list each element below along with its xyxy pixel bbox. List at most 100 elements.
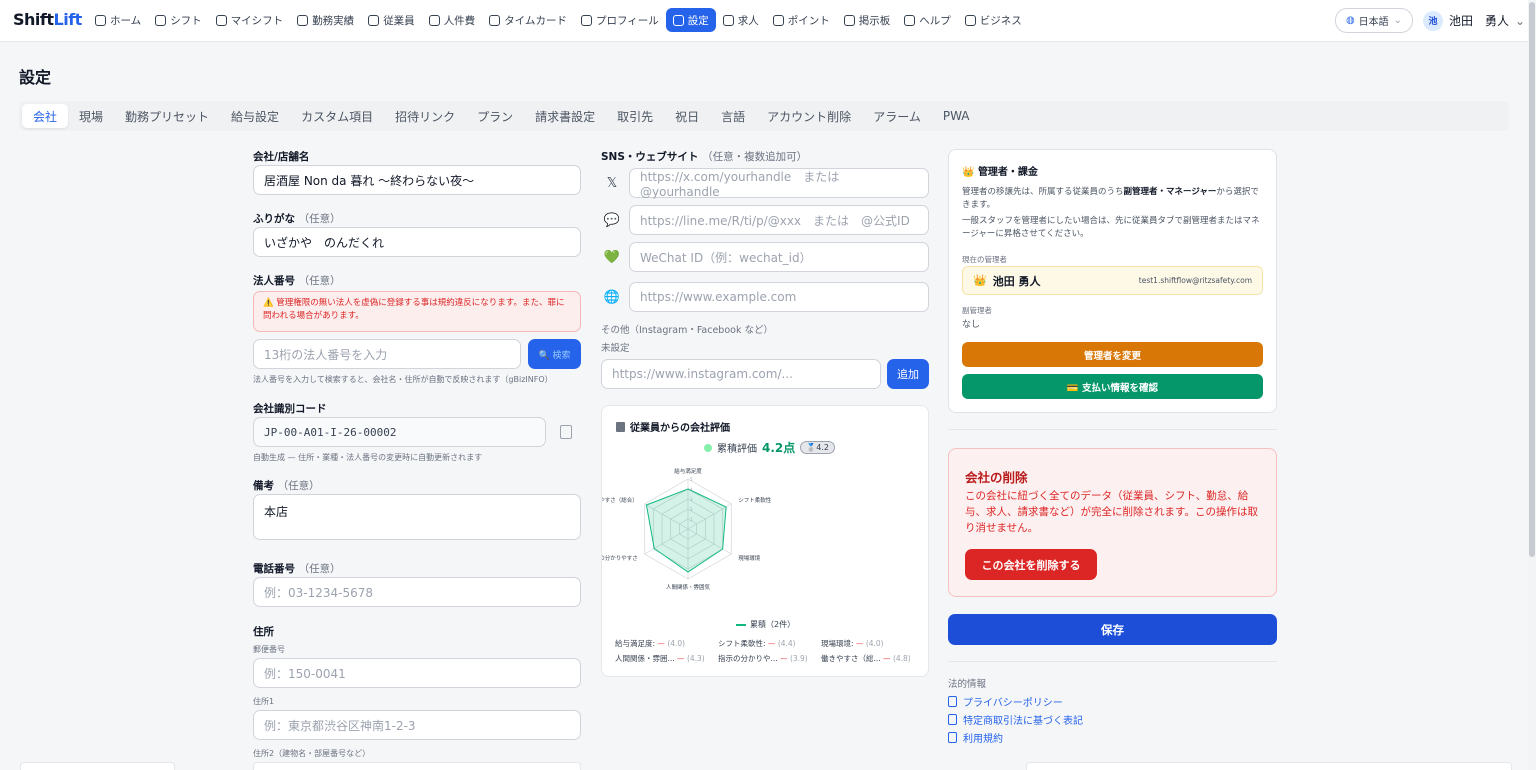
person-icon — [215, 14, 227, 26]
tab-clients[interactable]: 取引先 — [606, 104, 664, 128]
main-nav: ホーム シフト マイシフト 勤務実績 従業員 人件費 タイムカード プロフィール… — [88, 8, 1029, 32]
line-url-input[interactable]: https://line.me/R/ti/p/@xxx または @公式ID — [629, 205, 929, 235]
radar-series-polygon — [645, 488, 727, 573]
change-admin-button[interactable]: 管理者を変更 — [962, 342, 1263, 367]
document-icon — [948, 714, 957, 725]
tab-custom-fields[interactable]: カスタム項目 — [290, 104, 384, 128]
phone-input[interactable]: 例：03-1234-5678 — [253, 577, 581, 607]
address2-input[interactable] — [253, 762, 581, 770]
memo-label: 備考 （任意） — [253, 480, 320, 492]
current-admin-email: test1.shiftflow@ritzsafety.com — [1138, 276, 1252, 285]
corp-search-button[interactable]: 🔍 検索 — [528, 339, 581, 369]
tab-invite-link[interactable]: 招待リンク — [384, 104, 466, 128]
address1-input[interactable]: 例：東京都渋谷区神南1-2-3 — [253, 710, 581, 740]
language-selector[interactable]: ◍ 日本語 ⌄ — [1335, 8, 1413, 33]
tab-alarm[interactable]: アラーム — [862, 104, 932, 128]
user-menu[interactable]: 池池田 勇人 ⌄ — [1423, 8, 1525, 33]
bottom-panel-left — [20, 762, 175, 770]
commercial-law-link[interactable]: 特定商取引法に基づく表記 — [948, 712, 1083, 727]
check-payment-button[interactable]: 💳 支払い情報を確認 — [962, 374, 1263, 399]
address1-label: 住所1 — [253, 697, 275, 706]
admin-description-2: 一般スタッフを管理者にしたい場合は、先に従業員タブで副管理者またはマネージャーに… — [962, 216, 1260, 239]
tab-account-delete[interactable]: アカウント削除 — [756, 104, 862, 128]
nav-item-points[interactable]: ポイント — [766, 8, 837, 32]
avatar: 池 — [1423, 10, 1443, 31]
tab-salary[interactable]: 給与設定 — [220, 104, 290, 128]
privacy-policy-link[interactable]: プライバシーポリシー — [948, 694, 1063, 709]
website-input[interactable]: https://www.example.com — [629, 282, 929, 312]
corp-number-label: 法人番号 （任意） — [253, 275, 341, 287]
page-scrollbar[interactable] — [1528, 0, 1536, 770]
gear-icon — [672, 14, 684, 26]
nav-item-help[interactable]: ヘルプ — [897, 8, 958, 32]
tab-holidays[interactable]: 祝日 — [664, 104, 710, 128]
top-navigation-bar: ShiftLift ホーム シフト マイシフト 勤務実績 従業員 人件費 タイム… — [0, 0, 1528, 42]
radar-chart: 給与満足度シフト柔軟性現場環境人間関係・雰囲気 指示の分かりやすさ働きやすさ（総合… — [602, 467, 772, 591]
terms-link[interactable]: 利用規約 — [948, 730, 1003, 745]
tab-language[interactable]: 言語 — [710, 104, 756, 128]
medal-icon: 🥈 — [806, 443, 817, 452]
save-button[interactable]: 保存 — [948, 614, 1277, 645]
score-item: 人間関係・雰囲... — (4.3) — [615, 654, 705, 663]
tab-invoice[interactable]: 請求書設定 — [524, 104, 606, 128]
company-name-input[interactable]: 居酒屋 Non da 暮れ 〜終わらない夜〜 — [253, 165, 581, 195]
current-admin-label: 現在の管理者 — [962, 255, 1007, 264]
other-sns-input[interactable]: https://www.instagram.com/... — [601, 359, 881, 389]
kana-input[interactable]: いざかや のんだくれ — [253, 227, 581, 257]
current-admin-name: 池田 勇人 — [992, 274, 1041, 288]
admin-description-1: 管理者の移譲先は、所属する従業員のうち副管理者・マネージャーから選択できます。 — [962, 187, 1259, 210]
brand-logo[interactable]: ShiftLift — [13, 10, 82, 29]
zip-input[interactable]: 例：150-0041 — [253, 658, 581, 688]
zip-label: 郵便番号 — [253, 645, 285, 654]
person-icon — [580, 14, 592, 26]
copy-icon[interactable] — [560, 425, 572, 439]
radar-legend: 累積（2件） — [736, 619, 795, 630]
tab-plan[interactable]: プラン — [466, 104, 524, 128]
radar-axis-label: 給与満足度 — [674, 467, 702, 475]
nav-item-business[interactable]: ビジネス — [958, 8, 1029, 32]
corp-warning: ⚠️ 管理権限の無い法人を虚偽に登録する事は規約違反になります。また、罪に問われ… — [253, 291, 581, 332]
tab-pwa[interactable]: PWA — [932, 104, 981, 128]
tab-work-preset[interactable]: 勤務プリセット — [114, 104, 220, 128]
clock-icon — [489, 14, 501, 26]
score-item: シフト柔軟性: — (4.4) — [718, 639, 796, 648]
calendar-icon — [155, 14, 167, 26]
nav-item-attendance[interactable]: 勤務実績 — [290, 8, 361, 32]
radar-axis-label: シフト柔軟性 — [738, 496, 772, 504]
nav-item-profile[interactable]: プロフィール — [574, 8, 666, 32]
tab-site[interactable]: 現場 — [68, 104, 114, 128]
nav-item-employees[interactable]: 従業員 — [361, 8, 422, 32]
nav-item-labor-cost[interactable]: 人件費 — [422, 8, 483, 32]
other-sns-label: その他（Instagram・Facebook など） — [601, 325, 773, 336]
nav-item-board[interactable]: 掲示板 — [837, 8, 898, 32]
globe-icon: ◍ — [1345, 15, 1355, 26]
tab-company[interactable]: 会社 — [22, 104, 69, 128]
score-item: 現場環境: — (4.0) — [821, 639, 884, 648]
clipboard-icon — [843, 14, 855, 26]
corp-number-input[interactable]: 13桁の法人番号を入力 — [253, 339, 521, 369]
coin-icon — [772, 14, 784, 26]
delete-company-description: この会社に紐づく全てのデータ（従業員、シフト、勤怠、給与、求人、請求書など）が完… — [965, 490, 1258, 534]
x-url-input[interactable]: https://x.com/yourhandle または @yourhandle — [629, 168, 929, 199]
deputy-admin-value: なし — [962, 320, 981, 330]
status-dot-icon — [704, 443, 712, 452]
delete-company-button[interactable]: この会社を削除する — [965, 549, 1097, 580]
wechat-id-input[interactable]: WeChat ID（例：wechat_id） — [629, 242, 929, 272]
address2-label: 住所2（建物名・部屋番号など） — [253, 749, 371, 758]
nav-item-my-shift[interactable]: マイシフト — [209, 8, 291, 32]
nav-item-settings[interactable]: 設定 — [665, 8, 716, 32]
nav-item-timecard[interactable]: タイムカード — [482, 8, 574, 32]
company-code-label: 会社識別コード — [253, 403, 327, 415]
help-icon — [904, 14, 916, 26]
address-label: 住所 — [253, 626, 274, 638]
document-icon — [297, 14, 309, 26]
nav-item-shift[interactable]: シフト — [148, 8, 209, 32]
nav-item-home[interactable]: ホーム — [88, 8, 148, 32]
nav-item-jobs[interactable]: 求人 — [716, 8, 766, 32]
page-title: 設定 — [19, 68, 52, 87]
memo-textarea[interactable]: 本店 — [253, 494, 581, 540]
legal-info-label: 法的情報 — [948, 679, 987, 690]
scrollbar-thumb[interactable] — [1529, 2, 1535, 557]
user-name: 池田 勇人 — [1449, 14, 1510, 28]
add-sns-button[interactable]: 追加 — [887, 359, 929, 389]
